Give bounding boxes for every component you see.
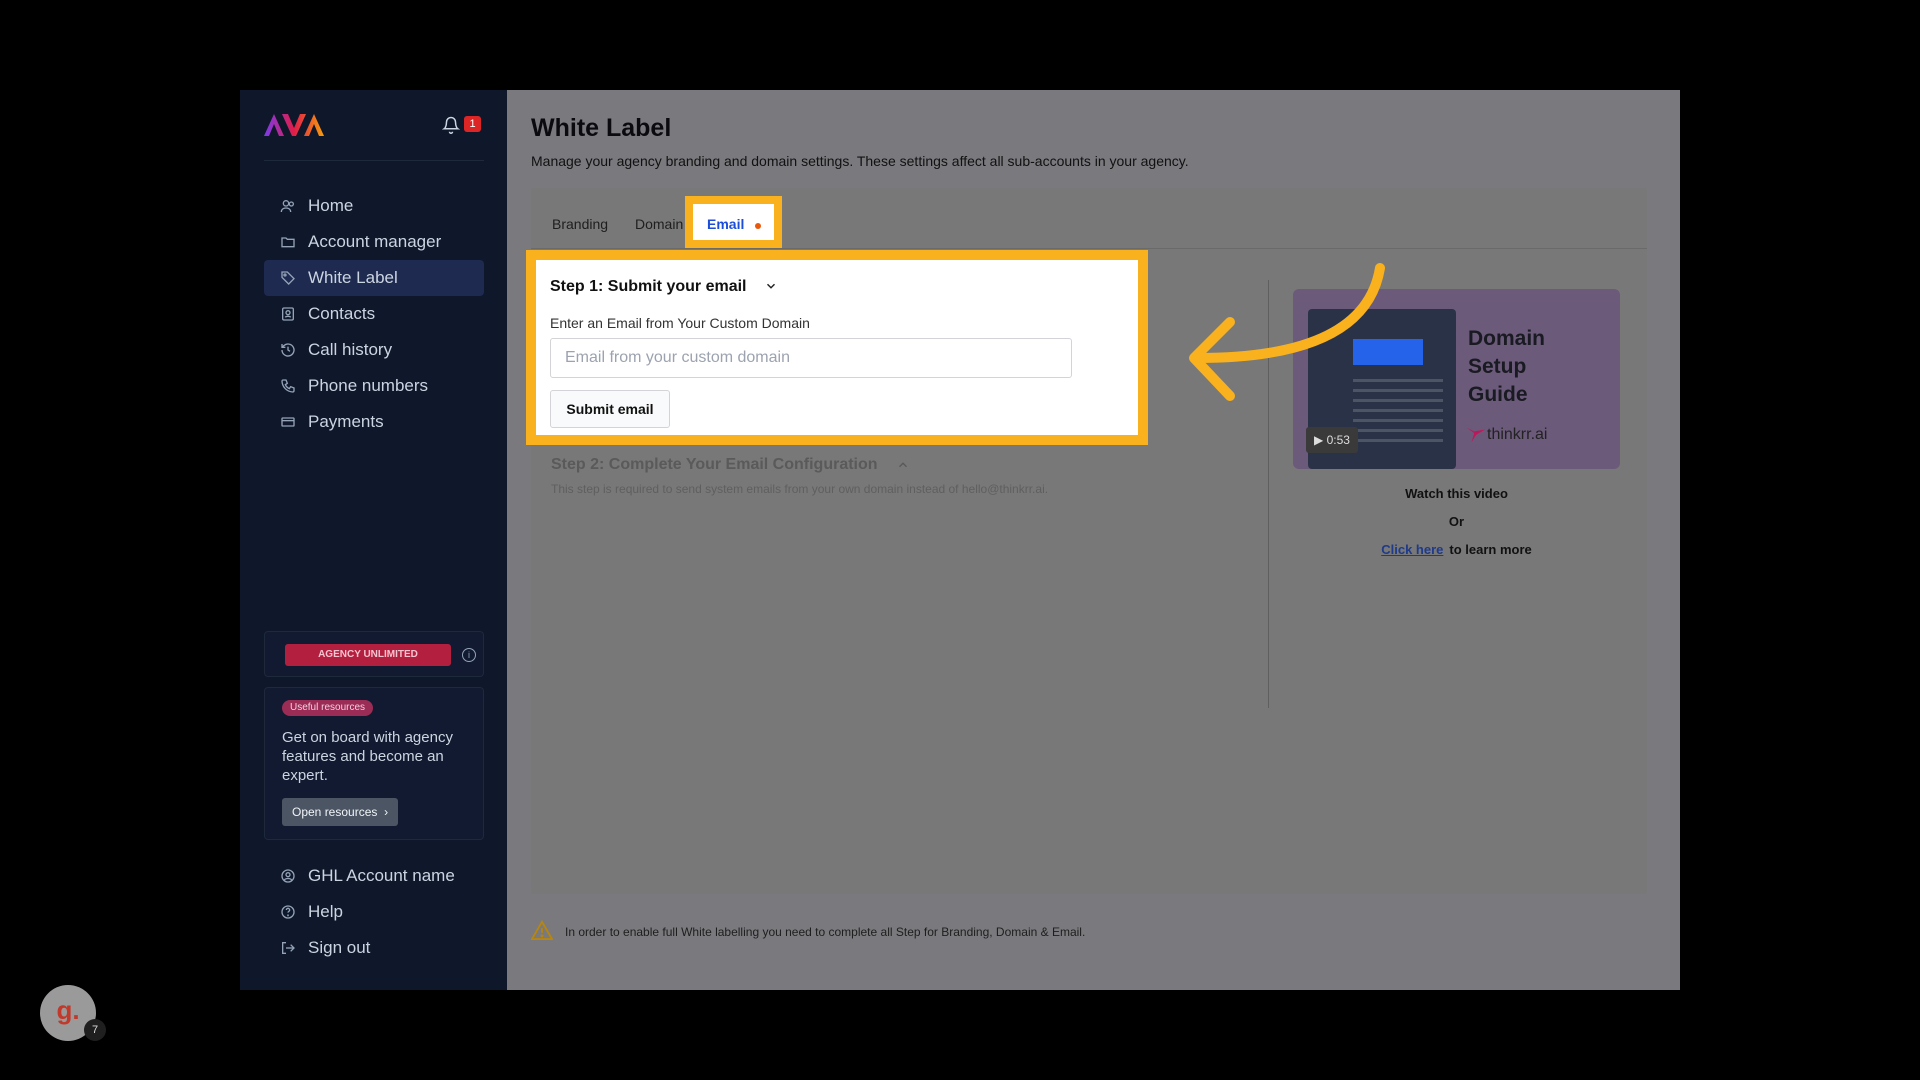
page-title: White Label [531,114,672,142]
sidebar-item-label: Payments [308,412,384,431]
sidebar: 1 Home Account manager White Label Conta… [240,90,507,990]
sidebar-item-label: GHL Account name [308,866,455,885]
watch-video-text: Watch this video [1405,486,1508,501]
sign-out-icon [280,940,296,956]
chevron-right-icon: › [380,805,389,819]
user-circle-icon [280,868,296,884]
step2-title[interactable]: Step 2: Complete Your Email Configuratio… [551,456,878,474]
sidebar-item-label: Phone numbers [308,376,429,395]
sidebar-nav: Home Account manager White Label Contact… [264,188,484,440]
warning-icon [530,920,554,943]
sidebar-divider [264,160,484,161]
history-icon [280,342,296,358]
sidebar-item-label: Account manager [308,232,442,251]
submit-email-button[interactable]: Submit email [550,390,670,428]
contacts-icon [280,306,296,322]
sidebar-item-white-label[interactable]: White Label [264,260,484,296]
thinkrr-logo: thinkrr.ai [1465,424,1547,446]
learn-more-suffix: to learn more [1449,542,1532,557]
tag-icon [280,270,296,286]
tab-domain[interactable]: Domain [635,216,683,232]
sidebar-item-label: White Label [308,268,398,287]
email-field[interactable] [550,338,1072,378]
sidebar-item-label: Contacts [308,304,376,323]
sidebar-item-home[interactable]: Home [264,188,484,224]
play-icon: ▶ [1314,433,1327,447]
help-icon [280,904,296,920]
learn-more: Click here to learn more [1293,542,1620,557]
video-duration: ▶ 0:53 [1306,427,1358,453]
sidebar-bottom-nav: GHL Account name Help Sign out [264,858,484,966]
sidebar-item-help[interactable]: Help [264,894,484,930]
sidebar-item-payments[interactable]: Payments [264,404,484,440]
step2-description: This step is required to send system ema… [551,482,1049,496]
video-brand-text: thinkrr.ai [1487,426,1548,443]
tab-email[interactable]: Email [685,196,782,248]
sidebar-item-label: Call history [308,340,393,359]
bell-icon[interactable] [441,116,461,134]
sidebar-item-phone-numbers[interactable]: Phone numbers [264,368,484,404]
card-icon [280,414,296,430]
plan-card: AGENCY UNLIMITED i [264,631,484,677]
sidebar-item-label: Help [308,902,343,921]
info-icon[interactable]: i [462,648,476,662]
video-title-line: Setup [1468,355,1527,378]
chevron-up-icon[interactable] [896,458,910,477]
video-title-line: Guide [1468,383,1528,406]
tab-branding[interactable]: Branding [552,216,608,232]
open-resources-button[interactable]: Open resources › [282,798,399,826]
tab-bar: Branding Domain Email [531,188,1647,249]
white-label-panel: Branding Domain Email Step 1: Submit you… [526,188,1647,894]
sidebar-item-contacts[interactable]: Contacts [264,296,484,332]
app-window: 1 Home Account manager White Label Conta… [240,90,1680,990]
chevron-down-icon[interactable] [764,279,778,298]
click-here-link[interactable]: Click here [1381,542,1443,557]
open-resources-label: Open resources [292,805,378,819]
thinkrr-mark-icon [1466,427,1486,443]
page-subtitle: Manage your agency branding and domain s… [531,153,1189,169]
duration-text: 0:53 [1326,433,1350,447]
status-dot [755,223,761,229]
sidebar-item-account-manager[interactable]: Account manager [264,224,484,260]
warning-banner: In order to enable full White labelling … [530,920,1086,943]
warning-text: In order to enable full White labelling … [565,924,1086,939]
folder-icon [280,234,296,250]
video-title-line: Domain [1468,327,1546,350]
plan-badge: AGENCY UNLIMITED [285,644,451,666]
annotation-arrow-icon [1189,263,1385,401]
users-icon [280,198,296,214]
ava-logo[interactable] [264,114,332,141]
sidebar-item-label: Sign out [308,938,371,957]
email-field-label: Enter an Email from Your Custom Domain [550,315,810,331]
notification-badge: 1 [464,116,481,132]
resources-text: Get on board with agency features and be… [282,729,453,784]
tab-email-label: Email [707,216,745,232]
sidebar-item-account[interactable]: GHL Account name [264,858,484,894]
or-text: Or [1448,514,1465,529]
step1-title[interactable]: Step 1: Submit your email [550,278,746,296]
sidebar-item-label: Home [308,196,354,215]
step1-card: Step 1: Submit your email Enter an Email… [526,250,1148,445]
sidebar-item-sign-out[interactable]: Sign out [264,930,484,966]
video-title: Domain Setup Guide [1468,325,1545,409]
guide-step-count: 7 [84,1019,106,1041]
resources-tag: Useful resources [282,700,374,716]
phone-icon [280,378,296,394]
main-content: White Label Manage your agency branding … [507,90,1680,990]
resources-card: Useful resources Get on board with agenc… [264,687,484,840]
sidebar-item-call-history[interactable]: Call history [264,332,484,368]
